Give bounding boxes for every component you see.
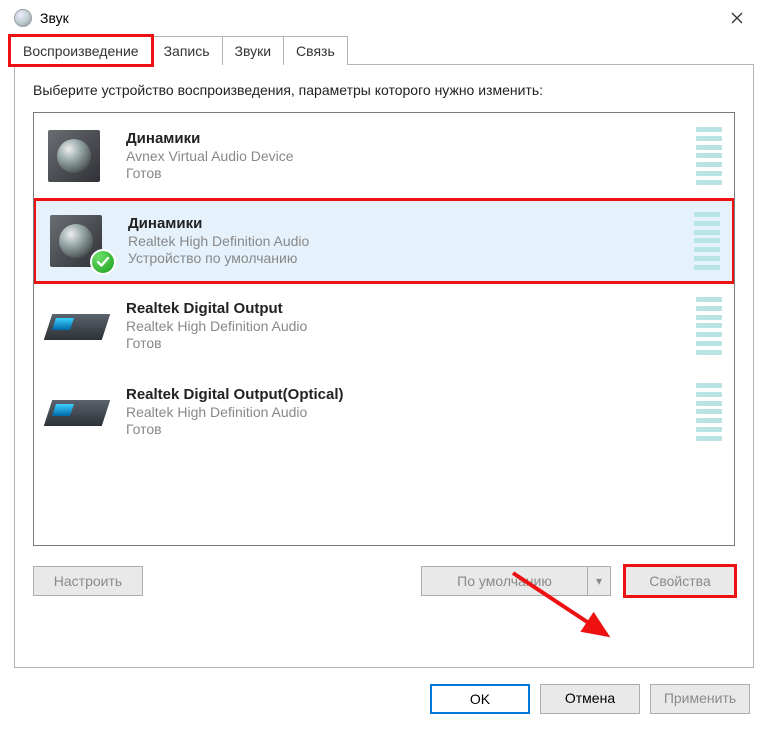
tab-playback[interactable]: Воспроизведение bbox=[10, 36, 152, 65]
device-status: Устройство по умолчанию bbox=[128, 250, 684, 266]
properties-button[interactable]: Свойства bbox=[625, 566, 735, 596]
level-meter bbox=[696, 127, 722, 185]
device-desc: Realtek High Definition Audio bbox=[126, 318, 686, 334]
level-meter bbox=[696, 297, 722, 355]
ok-button[interactable]: OK bbox=[430, 684, 530, 714]
device-name: Realtek Digital Output bbox=[126, 300, 686, 317]
device-item[interactable]: Realtek Digital Output(Optical) Realtek … bbox=[34, 369, 734, 455]
sound-window: Звук Воспроизведение Запись Звуки Связь … bbox=[0, 0, 768, 740]
tab-recording[interactable]: Запись bbox=[151, 36, 223, 65]
close-button[interactable] bbox=[716, 3, 758, 33]
cancel-button[interactable]: Отмена bbox=[540, 684, 640, 714]
device-desc: Avnex Virtual Audio Device bbox=[126, 148, 686, 164]
device-name: Realtek Digital Output(Optical) bbox=[126, 386, 686, 403]
chevron-down-icon[interactable]: ▾ bbox=[588, 567, 610, 595]
instruction-text: Выберите устройство воспроизведения, пар… bbox=[33, 81, 735, 100]
device-name: Динамики bbox=[126, 130, 686, 147]
device-text: Динамики Avnex Virtual Audio Device Гото… bbox=[126, 130, 686, 181]
device-desc: Realtek High Definition Audio bbox=[128, 233, 684, 249]
window-title: Звук bbox=[40, 10, 69, 26]
digital-output-icon bbox=[48, 296, 108, 356]
device-item[interactable]: Realtek Digital Output Realtek High Defi… bbox=[34, 283, 734, 369]
tab-communications[interactable]: Связь bbox=[283, 36, 348, 65]
playback-panel: Выберите устройство воспроизведения, пар… bbox=[14, 64, 754, 668]
panel-buttons: Настроить По умолчанию ▾ Свойства bbox=[33, 566, 735, 596]
speaker-icon bbox=[50, 211, 110, 271]
speaker-icon bbox=[48, 126, 108, 186]
device-item[interactable]: Динамики Avnex Virtual Audio Device Гото… bbox=[34, 113, 734, 199]
device-item-selected[interactable]: Динамики Realtek High Definition Audio У… bbox=[33, 198, 735, 284]
default-check-icon bbox=[90, 249, 116, 275]
tab-sounds[interactable]: Звуки bbox=[222, 36, 285, 65]
close-icon bbox=[731, 12, 743, 24]
app-icon bbox=[14, 9, 32, 27]
tabs: Воспроизведение Запись Звуки Связь bbox=[0, 36, 768, 65]
device-status: Готов bbox=[126, 165, 686, 181]
set-default-label: По умолчанию bbox=[422, 567, 588, 595]
device-name: Динамики bbox=[128, 215, 684, 232]
device-status: Готов bbox=[126, 421, 686, 437]
device-text: Realtek Digital Output Realtek High Defi… bbox=[126, 300, 686, 351]
device-desc: Realtek High Definition Audio bbox=[126, 404, 686, 420]
device-text: Динамики Realtek High Definition Audio У… bbox=[128, 215, 684, 266]
apply-button[interactable]: Применить bbox=[650, 684, 750, 714]
level-meter bbox=[696, 383, 722, 441]
dialog-buttons: OK Отмена Применить bbox=[0, 668, 768, 714]
set-default-button[interactable]: По умолчанию ▾ bbox=[421, 566, 611, 596]
configure-button[interactable]: Настроить bbox=[33, 566, 143, 596]
digital-output-icon bbox=[48, 382, 108, 442]
device-list[interactable]: Динамики Avnex Virtual Audio Device Гото… bbox=[33, 112, 735, 546]
titlebar: Звук bbox=[0, 0, 768, 36]
level-meter bbox=[694, 212, 720, 270]
device-text: Realtek Digital Output(Optical) Realtek … bbox=[126, 386, 686, 437]
device-status: Готов bbox=[126, 335, 686, 351]
